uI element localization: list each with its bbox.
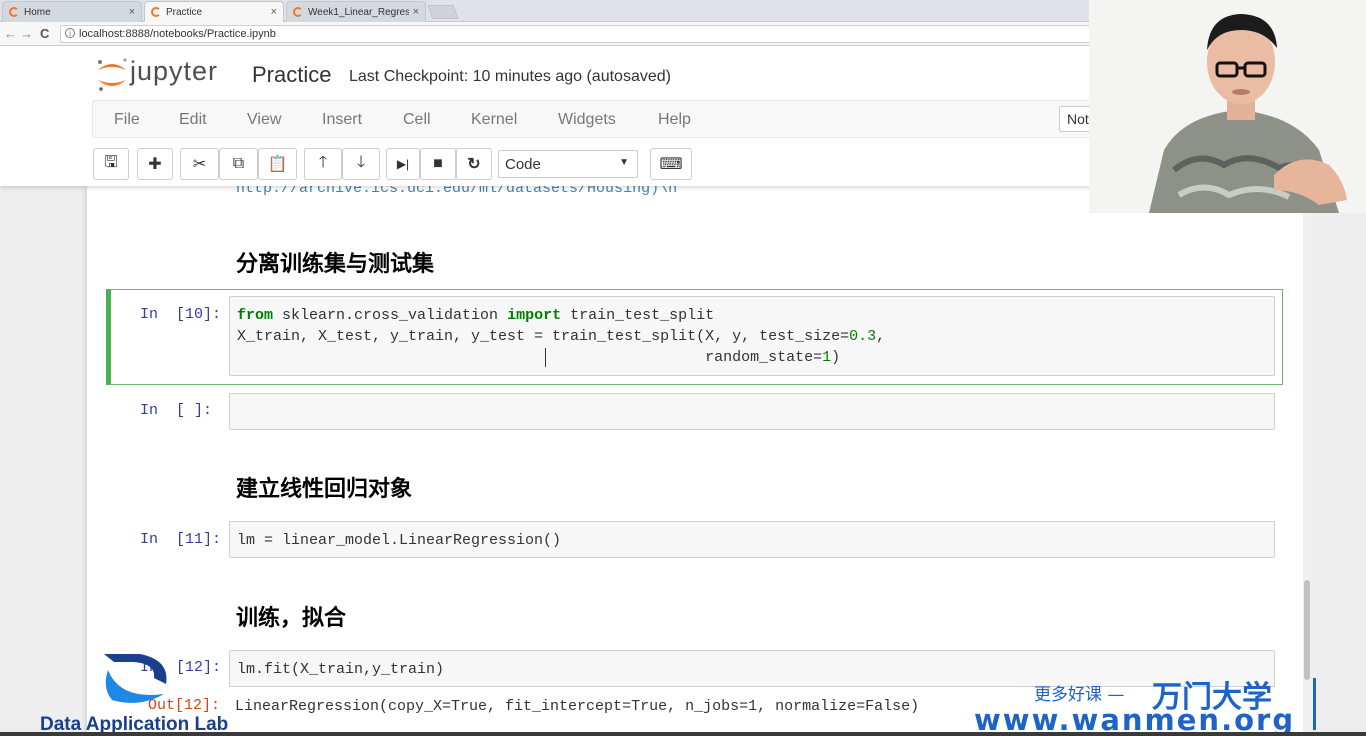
number-literal: 0.3 [849, 328, 877, 345]
info-icon[interactable]: i [65, 28, 75, 38]
new-tab-button[interactable] [427, 5, 459, 19]
code-token: ) [831, 349, 841, 366]
code-input-area[interactable] [229, 393, 1275, 430]
code-line: lm.fit(X_train,y_train) [237, 661, 445, 678]
forward-arrow-icon[interactable]: → [20, 26, 33, 41]
bottom-strip [0, 732, 1366, 736]
cell-prompt: In [ ]: [140, 402, 213, 419]
text-cursor [545, 348, 546, 367]
data-application-lab-logo-icon [104, 654, 167, 703]
cut-icon[interactable]: ✂ [180, 148, 219, 180]
watermark-divider [1313, 678, 1316, 730]
keyword: from [237, 307, 274, 324]
restart-icon[interactable]: ↻ [456, 148, 492, 180]
menu-cell[interactable]: Cell [403, 111, 431, 129]
close-icon[interactable]: × [271, 6, 277, 18]
jupyter-favicon-icon [151, 7, 161, 17]
heading-build-linear-model: 建立线性回归对象 [236, 477, 413, 502]
jupyter-favicon-icon [9, 7, 19, 17]
stop-icon[interactable]: ■ [420, 148, 456, 180]
tab-practice[interactable]: Practice × [144, 1, 284, 22]
menu-kernel[interactable]: Kernel [471, 111, 517, 129]
scrollbar-thumb[interactable] [1304, 580, 1310, 680]
menu-file[interactable]: File [114, 111, 140, 129]
tab-practice-label: Practice [166, 6, 203, 18]
copy-icon[interactable]: ⧉ [219, 148, 258, 180]
cell-output: LinearRegression(copy_X=True, fit_interc… [235, 698, 920, 715]
url-field[interactable]: i localhost:8888/notebooks/Practice.ipyn… [60, 25, 1090, 43]
menu-edit[interactable]: Edit [179, 111, 207, 129]
code-token: sklearn.cross_validation [273, 307, 508, 324]
chevron-down-icon: ▼ [619, 157, 629, 168]
url-text: localhost:8888/notebooks/Practice.ipynb [79, 28, 276, 40]
webcam-overlay [1089, 0, 1366, 213]
code-token: random_state= [237, 349, 823, 366]
save-icon[interactable]: 🖫 [93, 148, 129, 180]
menu-insert[interactable]: Insert [322, 111, 362, 129]
keyboard-icon[interactable]: ⌨ [650, 148, 692, 180]
close-icon[interactable]: × [129, 6, 135, 18]
code-line-3: random_state=1) [237, 347, 840, 368]
code-line-2: X_train, X_test, y_train, y_test = train… [237, 326, 885, 347]
tab-home[interactable]: Home × [2, 1, 142, 22]
checkpoint-status: Last Checkpoint: 10 minutes ago (autosav… [349, 68, 671, 85]
screen: Home × Practice × Week1_Linear_Regres × … [0, 0, 1366, 736]
move-down-icon[interactable]: 🡓 [342, 148, 380, 180]
menu-help[interactable]: Help [658, 111, 691, 129]
jupyter-favicon-icon [293, 7, 303, 17]
code-line-1: from sklearn.cross_validation import tra… [237, 305, 714, 326]
close-icon[interactable]: × [413, 6, 419, 18]
watermark-more-courses: 更多好课 — [1034, 685, 1125, 705]
presenter-video-icon [1089, 0, 1366, 213]
tab-week1-label: Week1_Linear_Regres [308, 6, 409, 18]
reload-icon[interactable]: C [40, 26, 49, 41]
run-icon[interactable]: ▶| [386, 148, 420, 180]
paste-icon[interactable]: 📋 [258, 148, 297, 180]
cell-type-value: Code [505, 156, 541, 173]
add-cell-icon[interactable]: ✚ [137, 148, 173, 180]
number-literal: 1 [822, 349, 832, 366]
move-up-icon[interactable]: 🡑 [304, 148, 342, 180]
code-token: train_test_split [561, 307, 715, 324]
jupyter-wordmark: jupyter [130, 56, 219, 86]
menu-widgets[interactable]: Widgets [558, 111, 616, 129]
heading-train-fit: 训练，拟合 [236, 606, 347, 631]
code-token: X_train, X_test, y_train, y_test = train… [237, 328, 850, 345]
cell-prompt: In [10]: [140, 306, 222, 323]
heading-split-train-test: 分离训练集与测试集 [236, 252, 435, 277]
notebook-title[interactable]: Practice [252, 62, 331, 88]
back-arrow-icon[interactable]: ← [4, 26, 17, 41]
menu-view[interactable]: View [247, 111, 281, 129]
tab-home-label: Home [24, 6, 51, 18]
keyword: import [507, 307, 562, 324]
tab-week1[interactable]: Week1_Linear_Regres × [286, 1, 426, 22]
code-line: lm = linear_model.LinearRegression() [237, 532, 562, 549]
code-token: , [876, 328, 886, 345]
menu-bar: File Edit View Insert Cell Kernel Widget… [92, 100, 1092, 138]
jupyter-logo-icon[interactable] [92, 56, 132, 94]
cell-prompt: In [11]: [140, 531, 222, 548]
cell-type-select[interactable]: Code ▼ [498, 150, 638, 178]
